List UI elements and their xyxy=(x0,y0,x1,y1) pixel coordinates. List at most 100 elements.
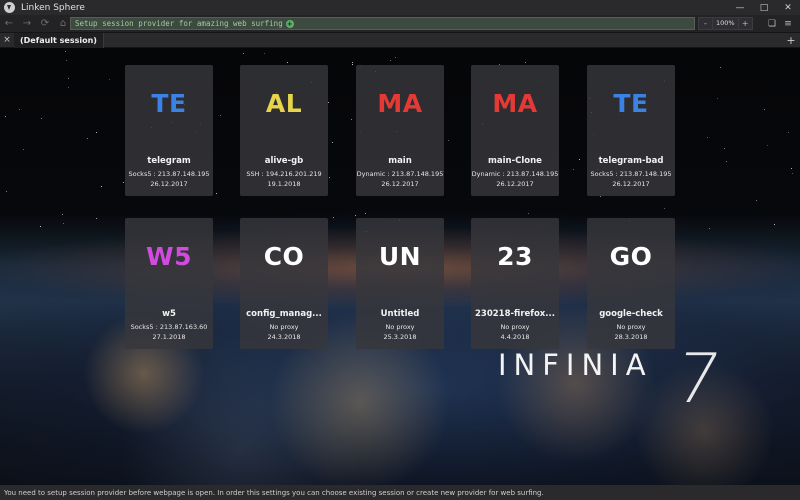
star xyxy=(220,115,221,116)
star xyxy=(243,53,244,54)
minimize-icon[interactable]: — xyxy=(728,0,752,15)
session-date: 26.12.2017 xyxy=(381,180,419,188)
title-bar: Linken Sphere — □ ✕ xyxy=(0,0,800,15)
session-card[interactable]: W5 w5 Socks5 : 213.87.163.60 27.1.2018 xyxy=(125,218,213,349)
session-abbreviation: W5 xyxy=(146,242,192,271)
star xyxy=(328,102,329,103)
star xyxy=(352,64,353,65)
zoom-in-button[interactable]: + xyxy=(739,18,752,29)
session-name: Untitled xyxy=(380,309,420,319)
session-name: alive-gb xyxy=(264,156,304,166)
session-abbreviation: TE xyxy=(613,89,649,118)
session-name: telegram xyxy=(147,156,191,166)
session-proxy: Socks5 : 213.87.148.195 xyxy=(590,170,672,178)
close-icon[interactable]: ✕ xyxy=(776,0,800,15)
star xyxy=(65,51,66,52)
star xyxy=(68,78,69,79)
session-date: 26.12.2017 xyxy=(496,180,534,188)
add-provider-icon[interactable]: + xyxy=(285,19,294,28)
star xyxy=(68,87,69,88)
session-card[interactable]: AL alive-gb SSH : 194.216.201.219 19.1.2018 xyxy=(240,65,328,196)
menu-icon[interactable]: ≡ xyxy=(780,15,796,33)
session-abbreviation: MA xyxy=(377,89,423,118)
star xyxy=(792,173,793,174)
star xyxy=(66,60,67,61)
linken-sphere-logo-icon xyxy=(4,2,15,13)
address-bar[interactable]: Setup session provider for amazing web s… xyxy=(70,17,695,30)
session-abbreviation: TE xyxy=(151,89,187,118)
session-date: 28.3.2018 xyxy=(614,333,648,341)
session-proxy: No proxy xyxy=(616,323,646,331)
reload-icon[interactable]: ⟳ xyxy=(36,15,54,33)
session-proxy: Dynamic : 213.87.148.195 xyxy=(356,170,444,178)
close-tab-icon[interactable]: × xyxy=(0,33,14,48)
tab-strip: × (Default session) + xyxy=(0,32,800,48)
star xyxy=(791,168,792,169)
star xyxy=(788,132,789,133)
session-abbreviation: CO xyxy=(263,242,305,271)
session-proxy: Socks5 : 213.87.148.195 xyxy=(128,170,210,178)
session-date: 4.4.2018 xyxy=(500,333,530,341)
session-name: config_manag... xyxy=(246,309,322,319)
star xyxy=(664,208,665,209)
session-name: google-check xyxy=(599,309,663,319)
session-proxy: No proxy xyxy=(500,323,530,331)
session-card[interactable]: MA main-Clone Dynamic : 213.87.148.195 26.1… xyxy=(471,65,559,196)
star xyxy=(5,116,6,117)
star xyxy=(709,228,710,229)
arrow-left-icon[interactable]: ← xyxy=(0,15,18,33)
session-name: main xyxy=(388,156,412,166)
session-card[interactable]: TE telegram-bad Socks5 : 213.87.148.195 26.… xyxy=(587,65,675,196)
star xyxy=(525,62,526,63)
session-card[interactable]: MA main Dynamic : 213.87.148.195 26.12.2017 xyxy=(356,65,444,196)
star xyxy=(774,224,775,225)
star xyxy=(23,149,24,150)
star xyxy=(287,62,288,63)
session-name: main-Clone xyxy=(488,156,542,166)
session-name: 230218-firefox... xyxy=(475,309,555,319)
star xyxy=(96,132,97,133)
session-card[interactable]: UN Untitled No proxy 25.3.2018 xyxy=(356,218,444,349)
star xyxy=(726,161,727,162)
star xyxy=(329,177,330,178)
session-abbreviation: 23 xyxy=(497,242,533,271)
session-card[interactable]: TE telegram Socks5 : 213.87.148.195 26.12.2… xyxy=(125,65,213,196)
session-date: 27.1.2018 xyxy=(152,333,186,341)
star xyxy=(62,214,63,215)
session-proxy: SSH : 194.216.201.219 xyxy=(246,170,322,178)
star xyxy=(40,226,41,227)
session-card[interactable]: CO config_manag... No proxy 24.3.2018 xyxy=(240,218,328,349)
maximize-icon[interactable]: □ xyxy=(752,0,776,15)
brand-logo-text: INFINIA xyxy=(498,348,653,382)
star xyxy=(365,213,366,214)
new-tab-button[interactable]: + xyxy=(784,33,798,48)
zoom-control: - 100% + xyxy=(698,17,753,30)
session-abbreviation: UN xyxy=(378,242,422,271)
star xyxy=(109,79,110,80)
star xyxy=(333,217,334,218)
star xyxy=(101,186,102,187)
session-name: w5 xyxy=(162,309,176,319)
arrow-right-icon[interactable]: → xyxy=(18,15,36,33)
zoom-level: 100% xyxy=(712,18,739,29)
star xyxy=(573,169,574,170)
session-proxy: No proxy xyxy=(269,323,299,331)
star xyxy=(600,196,601,197)
star xyxy=(87,138,88,139)
zoom-out-button[interactable]: - xyxy=(699,18,712,29)
star xyxy=(123,182,124,183)
session-date: 26.12.2017 xyxy=(612,180,650,188)
star xyxy=(352,62,353,63)
star xyxy=(41,118,42,119)
tab-default-session[interactable]: (Default session) xyxy=(14,32,104,48)
star xyxy=(720,67,721,68)
session-abbreviation: GO xyxy=(609,242,653,271)
star xyxy=(264,53,265,54)
session-date: 25.3.2018 xyxy=(383,333,417,341)
session-proxy: No proxy xyxy=(385,323,415,331)
bookmark-icon[interactable]: ❏ xyxy=(764,15,780,33)
star xyxy=(528,213,529,214)
star xyxy=(63,223,64,224)
session-card[interactable]: GO google-check No proxy 28.3.2018 xyxy=(587,218,675,349)
session-card[interactable]: 23 230218-firefox... No proxy 4.4.2018 xyxy=(471,218,559,349)
